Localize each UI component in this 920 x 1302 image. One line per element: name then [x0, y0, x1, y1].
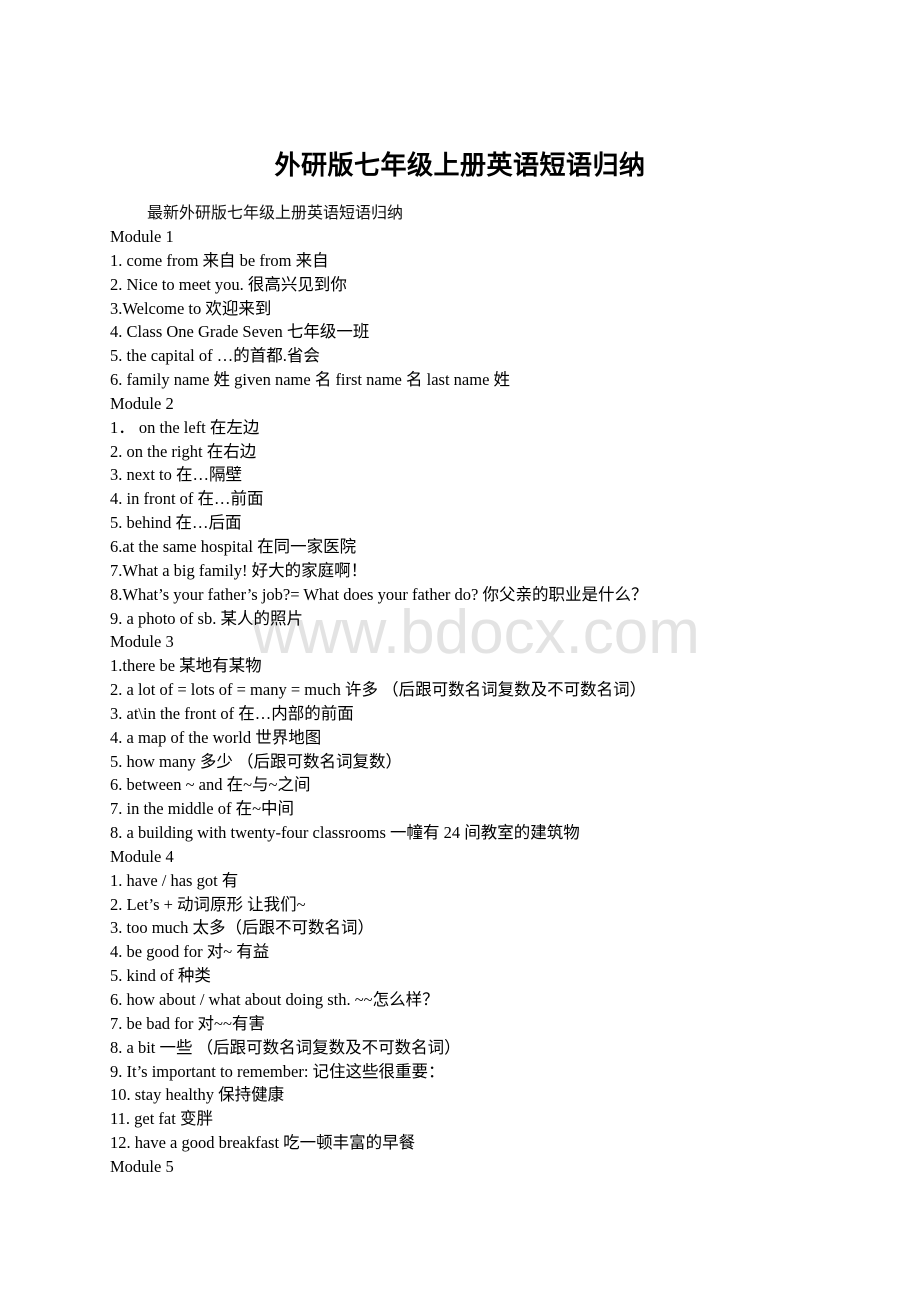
- module-heading: Module 4: [110, 846, 174, 866]
- document-intro: 最新外研版七年级上册英语短语归纳: [147, 203, 404, 222]
- phrase-item: 10. stay healthy 保持健康: [110, 1085, 285, 1105]
- phrase-list: Module 1 1. come from 来自 be from 来自 2. Nic…: [110, 225, 830, 1179]
- phrase-item: 1. have / has got 有: [110, 870, 239, 890]
- phrase-item: 4. in front of 在…前面: [110, 489, 264, 509]
- phrase-item: 9. It’s important to remember: 记住这些很重要：: [110, 1061, 445, 1081]
- phrase-item: 5. the capital of …的首都.省会: [110, 346, 320, 366]
- phrase-item: 7. be bad for 对~~有害: [110, 1013, 265, 1033]
- phrase-item: 6. family name 姓 given name 名 first name…: [110, 370, 511, 390]
- phrase-item: 3.Welcome to 欢迎来到: [110, 298, 272, 318]
- phrase-item: 2. a lot of = lots of = many = much 许多 （…: [110, 680, 647, 700]
- phrase-item: 1. come from 来自 be from 来自: [110, 250, 329, 270]
- phrase-item: 8. a building with twenty-four classroom…: [110, 823, 580, 843]
- phrase-item: 6. how about / what about doing sth. ~~怎…: [110, 990, 439, 1009]
- module-heading: Module 1: [110, 227, 174, 246]
- phrase-item: 4. a map of the world 世界地图: [110, 727, 322, 747]
- phrase-item: 5. behind 在…后面: [110, 513, 242, 533]
- phrase-item: 6. between ~ and 在~与~之间: [110, 775, 311, 795]
- phrase-item: 7.What a big family! 好大的家庭啊！: [110, 560, 368, 580]
- phrase-item: 4. Class One Grade Seven 七年级一班: [110, 322, 370, 342]
- phrase-item: 1.there be 某地有某物: [110, 656, 262, 676]
- phrase-item: 6.at the same hospital 在同一家医院: [110, 536, 357, 556]
- phrase-item: 2. Nice to meet you. 很高兴见到你: [110, 274, 347, 294]
- document-page: www.bdocx.com 外研版七年级上册英语短语归纳 最新外研版七年级上册英…: [0, 0, 920, 1302]
- phrase-item: 2. Let’s + 动词原形 让我们~: [110, 894, 306, 914]
- phrase-item: 5. how many 多少 （后跟可数名词复数）: [110, 751, 402, 771]
- phrase-item: 3. next to 在…隔壁: [110, 465, 242, 485]
- phrase-item: 2. on the right 在右边: [110, 441, 257, 461]
- phrase-item: 12. have a good breakfast 吃一顿丰富的早餐: [110, 1133, 416, 1153]
- phrase-item: 8. a bit 一些 （后跟可数名词复数及不可数名词）: [110, 1037, 461, 1057]
- phrase-item: 3. at\in the front of 在…内部的前面: [110, 703, 354, 723]
- phrase-item: 11. get fat 变胖: [110, 1109, 213, 1129]
- phrase-item: 1． on the left 在左边: [110, 417, 260, 437]
- module-heading: Module 2: [110, 393, 174, 413]
- phrase-item: 8.What’s your father’s job?= What does y…: [110, 584, 648, 604]
- phrase-item: 7. in the middle of 在~中间: [110, 799, 294, 819]
- phrase-item: 4. be good for 对~ 有益: [110, 942, 270, 962]
- module-heading: Module 5: [110, 1156, 174, 1176]
- phrase-item: 9. a photo of sb. 某人的照片: [110, 608, 303, 628]
- document-title: 外研版七年级上册英语短语归纳: [274, 151, 646, 181]
- phrase-item: 3. too much 太多（后跟不可数名词）: [110, 918, 374, 938]
- module-heading: Module 3: [110, 632, 174, 652]
- phrase-item: 5. kind of 种类: [110, 966, 211, 986]
